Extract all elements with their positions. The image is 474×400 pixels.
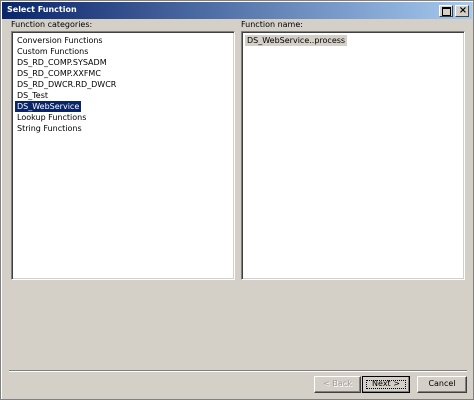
categories-label: Function categories:: [11, 20, 93, 29]
category-item[interactable]: Conversion Functions: [15, 35, 105, 46]
category-item[interactable]: DS_Test: [15, 90, 50, 101]
function-item[interactable]: DS_WebService..process: [245, 35, 348, 46]
window-title: Select Function: [7, 5, 77, 14]
categories-listbox[interactable]: Conversion Functions Custom Functions DS…: [11, 31, 235, 280]
close-icon: ×: [458, 5, 468, 16]
title-bar[interactable]: Select Function ×: [2, 2, 472, 19]
category-item[interactable]: String Functions: [15, 123, 84, 134]
close-button[interactable]: ×: [455, 5, 469, 17]
function-name-label: Function name:: [241, 20, 303, 29]
back-button[interactable]: < Back: [314, 376, 361, 393]
button-separator: [9, 370, 467, 372]
next-button-label: Next >: [372, 379, 400, 388]
maximize-button[interactable]: [439, 5, 453, 17]
category-item-selected[interactable]: DS_WebService: [15, 101, 82, 112]
maximize-icon: [442, 7, 451, 16]
category-item[interactable]: Lookup Functions: [15, 112, 88, 123]
select-function-dialog: Select Function × Function categories: F…: [0, 0, 474, 400]
category-item[interactable]: Custom Functions: [15, 46, 90, 57]
category-item[interactable]: DS_RD_COMP.XXFMC: [15, 68, 103, 79]
category-item[interactable]: DS_RD_DWCR.RD_DWCR: [15, 79, 118, 90]
next-button[interactable]: Next >: [362, 376, 410, 393]
functions-listbox[interactable]: DS_WebService..process: [241, 31, 465, 280]
category-item[interactable]: DS_RD_COMP.SYSADM: [15, 57, 109, 68]
cancel-button[interactable]: Cancel: [417, 376, 467, 393]
